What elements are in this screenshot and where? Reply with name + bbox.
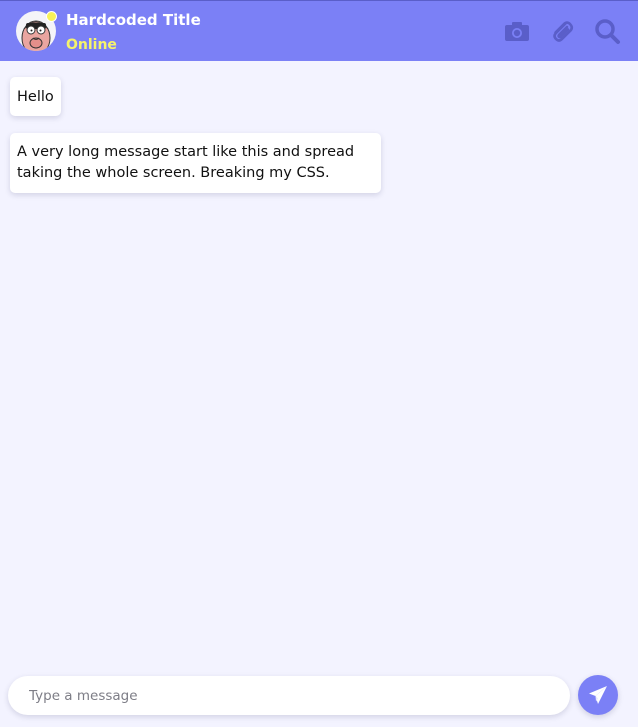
camera-icon[interactable] <box>503 17 531 45</box>
chat-header: Hardcoded Title Online <box>0 0 638 61</box>
send-button[interactable] <box>578 675 618 715</box>
online-indicator <box>46 11 57 22</box>
message-text: Hello <box>17 89 54 105</box>
paperclip-icon[interactable] <box>548 17 576 45</box>
chat-title: Hardcoded Title <box>66 11 201 29</box>
chat-window: Hardcoded Title Online Hello A very long… <box>0 0 638 727</box>
message-text: A very long message start like this and … <box>17 144 355 181</box>
send-icon <box>589 686 607 704</box>
message-bubble: A very long message start like this and … <box>10 133 381 193</box>
message-input[interactable] <box>8 676 570 715</box>
message-bubble: Hello <box>10 77 61 116</box>
chat-status: Online <box>66 37 117 53</box>
search-icon[interactable] <box>593 17 621 45</box>
